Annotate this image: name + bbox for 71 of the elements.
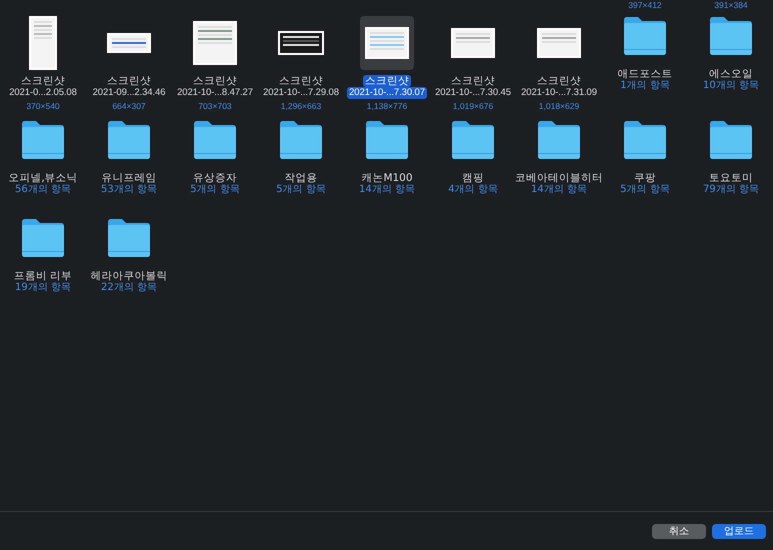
file-date: 2021-10-...7.29.08 (262, 87, 340, 99)
folder-icon (708, 120, 754, 160)
folder-icon (450, 120, 496, 160)
folder-name: 유니프레임 (100, 172, 158, 184)
folder-icon (106, 120, 152, 160)
folder-name: 프롬비 리부 (12, 270, 74, 282)
image-dimensions: 703×703 (198, 101, 232, 111)
image-dimensions: 1,019×676 (452, 101, 494, 111)
file-date: 2021-10-...7.31.09 (520, 87, 598, 99)
file-date: 2021-10-...7.30.07 (347, 87, 427, 99)
folder-name: 에스오일 (708, 68, 754, 80)
image-dimensions: 1,018×629 (538, 101, 580, 111)
screenshot-thumbnail (193, 21, 237, 65)
item-count: 14개의 항목 (531, 184, 587, 196)
file-name: 스크린샷 (192, 75, 238, 87)
screenshot-thumbnail (365, 27, 409, 59)
folder-name: 애드포스트 (616, 68, 674, 80)
item-count: 79개의 항목 (703, 184, 759, 196)
item-count: 19개의 항목 (15, 282, 71, 294)
item-count: 5개의 항목 (190, 184, 240, 196)
item-count: 14개의 항목 (359, 184, 415, 196)
folder-icon (622, 16, 668, 56)
folder-icon (622, 120, 668, 160)
item-count: 56개의 항목 (15, 184, 71, 196)
folder-name: 작업용 (284, 172, 318, 184)
image-dimensions: 664×307 (112, 101, 146, 111)
folder-icon (192, 120, 238, 160)
image-dimensions: 397×412 (628, 0, 662, 10)
item-count: 5개의 항목 (620, 184, 670, 196)
folder-name: 캐논M100 (360, 172, 414, 184)
folder-name: 쿠팡 (633, 172, 657, 184)
screenshot-thumbnail (537, 28, 581, 58)
file-date: 2021-10-...7.30.45 (434, 87, 512, 99)
folder-name: 캠핑 (461, 172, 485, 184)
folder-name: 헤라아쿠아볼릭 (90, 270, 168, 282)
item-count: 1개의 항목 (620, 80, 670, 92)
folder-name: 코베아테이블히터 (514, 172, 604, 184)
image-dimensions: 370×540 (26, 101, 60, 111)
file-date: 2021-10-...8.47.27 (176, 87, 254, 99)
folder-icon (708, 16, 754, 56)
file-name: 스크린샷 (363, 75, 411, 87)
image-dimensions: 1,138×776 (366, 101, 408, 111)
folder-icon (278, 120, 324, 160)
file-name: 스크린샷 (450, 75, 496, 87)
folder-icon (20, 218, 66, 258)
image-dimensions: 391×384 (714, 0, 748, 10)
folder-icon (106, 218, 152, 258)
folder-name: 유상증자 (192, 172, 238, 184)
screenshot-thumbnail (29, 16, 57, 70)
screenshot-thumbnail (107, 33, 151, 53)
item-count: 5개의 항목 (276, 184, 326, 196)
folder-icon (536, 120, 582, 160)
item-count: 53개의 항목 (101, 184, 157, 196)
item-count: 4개의 항목 (448, 184, 498, 196)
folder-name: 토요토미 (708, 172, 754, 184)
screenshot-thumbnail (451, 28, 495, 58)
file-name: 스크린샷 (106, 75, 152, 87)
file-date: 2021-0...2.05.08 (8, 87, 78, 99)
image-dimensions: 1,296×663 (280, 101, 322, 111)
folder-icon (20, 120, 66, 160)
file-name: 스크린샷 (278, 75, 324, 87)
item-count: 22개의 항목 (101, 282, 157, 294)
item-count: 10개의 항목 (703, 80, 759, 92)
file-name: 스크린샷 (536, 75, 582, 87)
cancel-button[interactable]: 취소 (652, 524, 706, 538)
file-date: 2021-09...2.34.46 (92, 87, 166, 99)
upload-button[interactable]: 업로드 (712, 524, 766, 538)
folder-name: 오피넬,뷰소닉 (7, 172, 79, 184)
screenshot-thumbnail (278, 31, 324, 55)
file-name: 스크린샷 (20, 75, 66, 87)
folder-icon (364, 120, 410, 160)
